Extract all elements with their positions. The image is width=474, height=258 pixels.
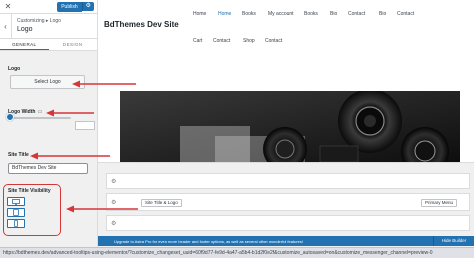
camera-lenses-photo (120, 91, 460, 162)
upgrade-notice-text[interactable]: Upgrade to Astra Pro for even more heade… (114, 239, 303, 244)
row-settings-gear-icon[interactable]: ⚙ (111, 199, 116, 206)
logo-label: Logo (8, 66, 21, 72)
desktop-icon[interactable]: ▭ (37, 109, 42, 115)
nav-item-my-account[interactable]: My account (268, 11, 294, 17)
hero-image (120, 91, 460, 162)
nav-item-home[interactable]: Home (193, 11, 206, 17)
breadcrumb: Customizing ▸ Logo (17, 18, 61, 24)
nav-item-bio[interactable]: Bio (330, 11, 337, 17)
builder-row-below[interactable]: ⚙ (106, 215, 470, 231)
select-logo-button[interactable]: Select Logo (10, 75, 85, 89)
nav-item-bio-2[interactable]: Bio (379, 11, 386, 17)
nav-item-home-active[interactable]: Home (218, 11, 231, 17)
nav-item-contact[interactable]: Contact (348, 11, 365, 17)
customizer-panel: ✕ Publish ⚙ ‹ Customizing ▸ Logo Logo GE… (0, 0, 98, 258)
back-chevron-icon[interactable]: ‹ (0, 14, 12, 38)
nav-item-books-2[interactable]: Books (304, 11, 318, 17)
publish-settings-gear-icon[interactable]: ⚙ (81, 2, 94, 11)
site-title-logo-chip[interactable]: Site Title & Logo (141, 199, 182, 207)
site-title[interactable]: BdThemes Dev Site (104, 20, 179, 29)
hide-builder-button[interactable]: Hide Builder (433, 236, 474, 246)
nav-item-cart[interactable]: Cart (193, 38, 202, 44)
nav-item-shop[interactable]: Shop (243, 38, 255, 44)
browser-status-url: https://bdthemes.dev/advanced-tooltips-u… (0, 247, 474, 258)
row-settings-gear-icon[interactable]: ⚙ (111, 178, 116, 185)
section-title: Logo (17, 26, 33, 33)
logo-width-input[interactable] (75, 121, 95, 130)
nav-item-books[interactable]: Books (242, 11, 256, 17)
publish-button[interactable]: Publish (57, 1, 82, 12)
panel-topbar: ✕ Publish ⚙ (0, 0, 97, 14)
visibility-highlight-box (3, 184, 61, 236)
publish-group: Publish ⚙ (57, 1, 94, 12)
builder-row-above[interactable]: ⚙ (106, 173, 470, 189)
logo-width-slider-track[interactable] (9, 117, 71, 119)
site-title-label: Site Title (8, 152, 29, 158)
primary-menu-chip[interactable]: Primary Menu (421, 199, 458, 207)
panel-tabs: GENERAL DESIGN (0, 39, 97, 51)
logo-width-slider-handle[interactable] (6, 113, 14, 121)
tab-general[interactable]: GENERAL (0, 39, 49, 50)
nav-item-contact-4[interactable]: Contact (265, 38, 282, 44)
upgrade-notice: Upgrade to Astra Pro for even more heade… (98, 236, 433, 246)
close-icon[interactable]: ✕ (3, 2, 13, 12)
site-title-input[interactable]: BdThemes Dev Site (8, 163, 88, 174)
builder-row-primary[interactable]: ⚙ Site Title & Logo Primary Menu (106, 193, 470, 211)
tab-design[interactable]: DESIGN (49, 39, 98, 50)
nav-item-contact-2[interactable]: Contact (397, 11, 414, 17)
nav-item-contact-3[interactable]: Contact (213, 38, 230, 44)
panel-header: ‹ Customizing ▸ Logo Logo (0, 14, 97, 39)
row-settings-gear-icon[interactable]: ⚙ (111, 220, 116, 227)
